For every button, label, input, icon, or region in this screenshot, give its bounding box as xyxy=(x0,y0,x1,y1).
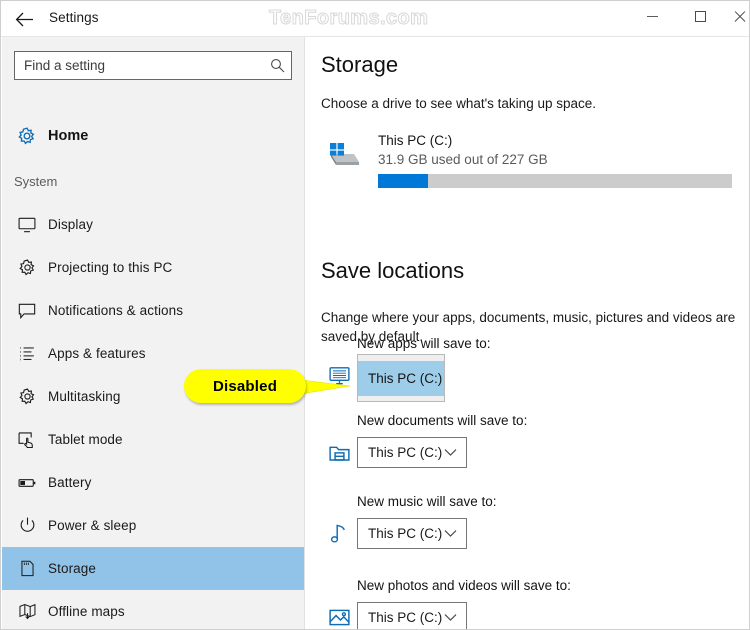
dropdown-value: This PC (C:) xyxy=(368,445,443,460)
drive-usage-text: 31.9 GB used out of 227 GB xyxy=(378,152,548,167)
gear-icon xyxy=(6,258,48,277)
sidebar-item-label: Notifications & actions xyxy=(48,303,184,318)
close-button[interactable] xyxy=(727,1,749,32)
sidebar-item-battery[interactable]: Battery xyxy=(2,461,304,504)
sidebar-item-offline-maps[interactable]: Offline maps xyxy=(2,590,304,629)
sidebar-item-display[interactable]: Display xyxy=(2,203,304,246)
storage-subtitle: Choose a drive to see what's taking up s… xyxy=(321,96,596,111)
save-location-row: This PC (C:) xyxy=(321,599,741,629)
sidebar-item-label: Projecting to this PC xyxy=(48,260,173,275)
save-location-label: New music will save to: xyxy=(357,494,497,509)
picture-icon xyxy=(327,605,351,629)
back-arrow-icon[interactable] xyxy=(7,4,41,34)
search-input[interactable] xyxy=(15,58,263,73)
minimize-button[interactable] xyxy=(631,1,674,32)
callout-bubble: Disabled xyxy=(184,369,306,403)
sidebar-item-label: Storage xyxy=(48,561,96,576)
save-location-entry: New photos and videos will save to: This … xyxy=(321,578,741,629)
tablet-hand-icon xyxy=(6,430,48,450)
main-content: Storage Choose a drive to see what's tak… xyxy=(306,37,749,629)
settings-window: Settings TenForums.com Find a setting Ho… xyxy=(0,0,750,630)
drive-usage-bar xyxy=(378,174,732,188)
hard-drive-icon xyxy=(326,141,360,172)
sidebar-item-projecting-to-this-pc[interactable]: Projecting to this PC xyxy=(2,246,304,289)
map-download-icon xyxy=(6,602,48,621)
maximize-button[interactable] xyxy=(679,1,722,32)
dropdown-selected-item: This PC (C:) xyxy=(358,361,444,396)
sidebar-item-notifications-actions[interactable]: Notifications & actions xyxy=(2,289,304,332)
sidebar-item-label: Multitasking xyxy=(48,389,121,404)
dropdown-value: This PC (C:) xyxy=(368,526,443,541)
save-location-row: This PC (C:) xyxy=(321,354,741,402)
sidebar-item-home[interactable]: Home xyxy=(2,119,304,153)
save-location-dropdown[interactable]: This PC (C:) xyxy=(357,518,467,549)
sidebar-item-label: Battery xyxy=(48,475,92,490)
page-title: Storage xyxy=(321,52,399,77)
sidebar-item-tablet-mode[interactable]: Tablet mode xyxy=(2,418,304,461)
dropdown-value: This PC (C:) xyxy=(368,371,443,386)
sidebar: Home System Display Projecting to this PC… xyxy=(2,37,305,629)
save-location-label: New photos and videos will save to: xyxy=(357,578,571,593)
save-location-label: New apps will save to: xyxy=(357,336,491,351)
disabled-callout: Disabled xyxy=(184,369,351,403)
sidebar-item-label: Home xyxy=(48,128,89,144)
minimize-icon xyxy=(647,16,658,17)
chevron-down-icon xyxy=(444,529,466,538)
sidebar-item-power-sleep[interactable]: Power & sleep xyxy=(2,504,304,547)
sidebar-item-label: Apps & features xyxy=(48,346,146,361)
monitor-icon xyxy=(6,215,48,235)
drive-name: This PC (C:) xyxy=(378,133,453,148)
chevron-down-icon xyxy=(444,613,466,622)
power-icon xyxy=(6,516,48,535)
drive-usage-bar-fill xyxy=(378,174,428,188)
documents-folder-icon xyxy=(327,440,351,464)
chevron-down-icon xyxy=(444,448,466,457)
list-icon xyxy=(6,344,48,363)
save-location-label: New documents will save to: xyxy=(357,413,528,428)
gear-icon xyxy=(6,126,48,146)
save-location-row: This PC (C:) xyxy=(321,515,741,551)
callout-label: Disabled xyxy=(212,377,278,395)
gear-icon xyxy=(6,387,48,406)
save-location-dropdown-disabled: This PC (C:) xyxy=(357,354,445,402)
close-icon xyxy=(733,10,746,23)
maximize-icon xyxy=(695,11,706,22)
storage-card-icon xyxy=(6,559,48,578)
save-location-dropdown[interactable]: This PC (C:) xyxy=(357,437,467,468)
save-locations-heading: Save locations xyxy=(321,258,465,283)
save-location-entry: New apps will save to: This PC (C:) xyxy=(321,336,741,402)
sidebar-item-label: Tablet mode xyxy=(48,432,123,447)
title-bar: Settings TenForums.com xyxy=(1,1,749,37)
sidebar-group-header: System xyxy=(14,174,58,189)
speech-bubble-icon xyxy=(6,301,48,321)
save-location-row: This PC (C:) xyxy=(321,434,741,470)
sidebar-item-label: Display xyxy=(48,217,93,232)
sidebar-item-label: Offline maps xyxy=(48,604,125,619)
dropdown-value: This PC (C:) xyxy=(368,610,443,625)
sidebar-item-storage[interactable]: Storage xyxy=(2,547,304,590)
battery-icon xyxy=(6,473,48,493)
save-location-dropdown[interactable]: This PC (C:) xyxy=(357,602,467,629)
window-title: Settings xyxy=(49,10,99,25)
save-location-entry: New documents will save to: This PC (C:) xyxy=(321,413,741,470)
search-icon[interactable] xyxy=(263,58,291,73)
sidebar-item-label: Power & sleep xyxy=(48,518,137,533)
save-location-entry: New music will save to: This PC (C:) xyxy=(321,494,741,551)
music-note-icon xyxy=(327,521,351,545)
tenforums-watermark: TenForums.com xyxy=(268,7,429,30)
search-box[interactable] xyxy=(14,51,292,80)
